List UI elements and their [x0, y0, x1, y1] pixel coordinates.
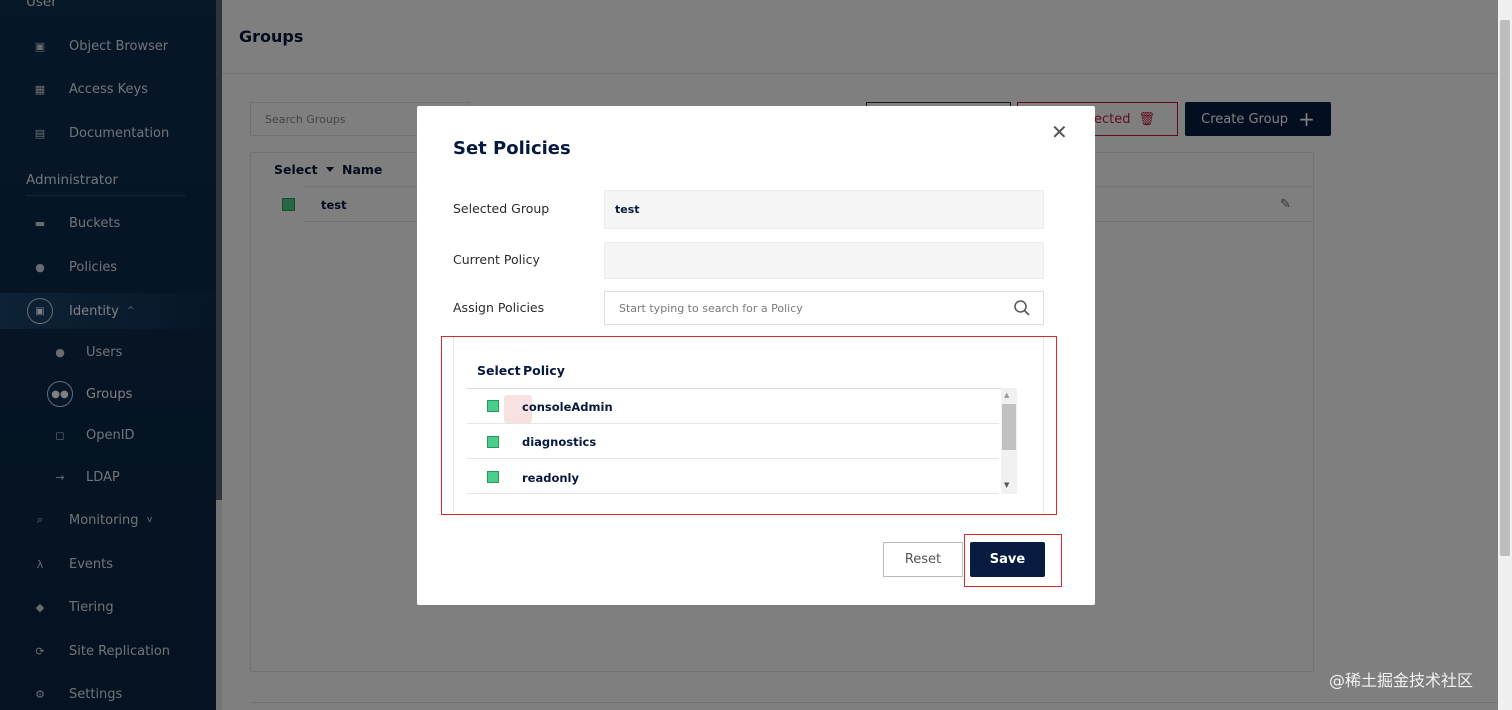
highlight-box-policies [441, 336, 1057, 515]
policy-search-input[interactable]: Start typing to search for a Policy [604, 291, 1044, 325]
highlight-box-save [964, 534, 1062, 587]
watermark: @稀土掘金技术社区 [1329, 671, 1474, 690]
reset-button[interactable]: Reset [883, 542, 963, 577]
current-policy-label: Current Policy [453, 252, 540, 267]
set-policies-modal: Set Policies ✕ Selected Group test Curre… [417, 106, 1095, 605]
modal-title: Set Policies [453, 138, 571, 159]
search-icon[interactable] [1013, 299, 1031, 317]
current-policy-field [604, 242, 1044, 279]
main-scrollbar-thumb[interactable] [1500, 20, 1510, 556]
close-icon[interactable]: ✕ [1051, 122, 1068, 142]
assign-policies-label: Assign Policies [453, 300, 545, 315]
selected-group-field: test [604, 190, 1044, 229]
selected-group-label: Selected Group [453, 201, 550, 216]
